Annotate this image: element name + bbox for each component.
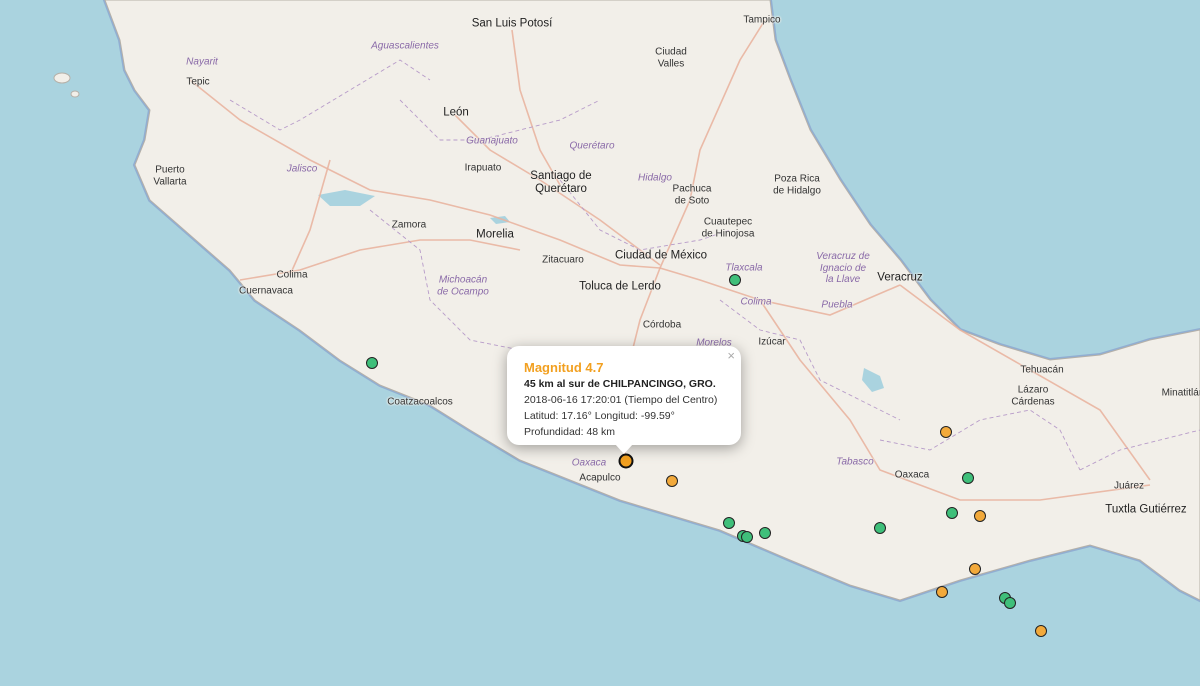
place-label: Guanajuato — [466, 135, 518, 147]
place-label: Pachuca de Soto — [672, 183, 712, 207]
place-label: Minatitlán — [1161, 387, 1200, 399]
place-label: Querétaro — [569, 140, 615, 152]
place-label: Izúcar — [758, 336, 786, 348]
place-label: Ciudad de México — [614, 249, 708, 262]
place-label: Morelia — [476, 228, 514, 241]
place-label: Zitacuaro — [542, 254, 584, 266]
place-label: Córdoba — [642, 319, 682, 331]
place-label: Veracruz — [877, 271, 923, 284]
place-label: Lázaro Cárdenas — [1011, 384, 1055, 408]
place-label: Cuautepec de Hinojosa — [701, 216, 755, 240]
earthquake-marker-selected[interactable] — [618, 453, 634, 469]
place-label: Tlaxcala — [725, 262, 763, 274]
place-label: Nayarit — [186, 56, 218, 68]
earthquake-marker[interactable] — [969, 563, 981, 575]
earthquake-marker[interactable] — [366, 357, 378, 369]
earthquake-marker[interactable] — [946, 507, 958, 519]
earthquake-marker[interactable] — [974, 510, 986, 522]
place-label: Veracruz de Ignacio de la Llave — [816, 250, 870, 285]
place-label: Tabasco — [836, 456, 874, 468]
earthquake-marker[interactable] — [759, 527, 771, 539]
popup-location: 45 km al sur de CHILPANCINGO, GRO. — [524, 378, 716, 390]
earthquake-marker[interactable] — [874, 522, 886, 534]
place-label: Santiago de Querétaro — [530, 169, 592, 195]
place-label: Colima — [740, 296, 772, 308]
place-label: Michoacán de Ocampo — [437, 274, 489, 298]
place-label: Hidalgo — [638, 172, 672, 184]
place-label: Irapuato — [464, 162, 502, 174]
popup-depth: Profundidad: 48 km — [524, 426, 616, 438]
place-label: Juárez — [1113, 480, 1145, 492]
earthquake-marker[interactable] — [723, 517, 735, 529]
earthquake-marker[interactable] — [962, 472, 974, 484]
earthquake-marker[interactable] — [1004, 597, 1016, 609]
popup-magnitude: Magnitud 4.7 — [524, 360, 604, 375]
place-label: Cuernavaca — [239, 285, 293, 297]
popup-tip — [615, 444, 633, 454]
earthquake-marker[interactable] — [741, 531, 753, 543]
place-label: Oaxaca — [894, 469, 930, 481]
place-label: San Luis Potosí — [471, 17, 553, 30]
place-label: Toluca de Lerdo — [579, 280, 661, 293]
place-label: Tepic — [186, 76, 210, 88]
earthquake-popup: × Magnitud 4.7 45 km al sur de CHILPANCI… — [507, 346, 741, 454]
place-label: Tampico — [743, 14, 781, 26]
place-label: Tuxtla Gutiérrez — [1105, 503, 1187, 516]
map-view[interactable] — [0, 0, 1200, 686]
place-label: Puebla — [821, 299, 853, 311]
earthquake-marker[interactable] — [666, 475, 678, 487]
place-label: Poza Rica de Hidalgo — [773, 173, 821, 197]
popup-close-button[interactable]: × — [727, 348, 735, 363]
earthquake-marker[interactable] — [940, 426, 952, 438]
earthquake-marker[interactable] — [729, 274, 741, 286]
place-label: Puerto Vallarta — [153, 164, 187, 188]
place-label: Aguascalientes — [371, 40, 439, 52]
basemap — [0, 0, 1200, 686]
place-label: Jalisco — [286, 163, 318, 175]
place-label: Zamora — [391, 219, 427, 231]
place-label: Acapulco — [579, 472, 621, 484]
place-label: Oaxaca — [571, 457, 607, 469]
place-label: Tehuacán — [1020, 364, 1064, 376]
place-label: León — [443, 106, 469, 119]
popup-datetime: 2018-06-16 17:20:01 (Tiempo del Centro) — [524, 394, 718, 406]
earthquake-marker[interactable] — [1035, 625, 1047, 637]
place-label: Ciudad Valles — [655, 46, 687, 70]
place-label: Colima — [276, 269, 308, 281]
popup-coordinates: Latitud: 17.16° Longitud: -99.59° — [524, 410, 675, 422]
place-label: Coatzacoalcos — [387, 396, 453, 408]
earthquake-marker[interactable] — [936, 586, 948, 598]
